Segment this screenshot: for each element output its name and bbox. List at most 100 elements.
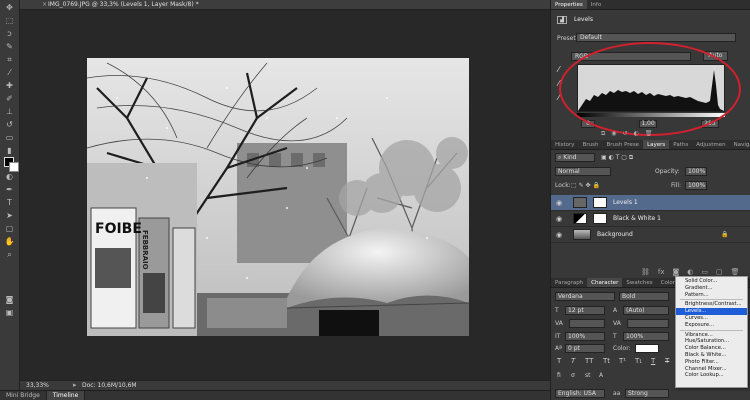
eyedropper-tool-icon[interactable]: ⁄ xyxy=(3,67,17,78)
layer-filter-kind[interactable]: ⌕ Kind xyxy=(555,153,595,162)
layer-row-levels-1[interactable]: ◉ Levels 1 xyxy=(551,195,750,211)
tab-paths[interactable]: Paths xyxy=(669,140,692,149)
oldstyle-icon[interactable]: ơ xyxy=(571,372,575,379)
dodge-tool-icon[interactable]: ◐ xyxy=(3,171,17,182)
quick-mask-icon[interactable]: ◙ xyxy=(3,294,17,305)
tab-brush[interactable]: Brush xyxy=(579,140,603,149)
swash-icon[interactable]: st xyxy=(585,372,590,379)
horizontal-scale-field[interactable]: 100% xyxy=(623,332,669,341)
blend-mode-select[interactable]: Normal xyxy=(555,167,611,176)
menu-item-levels[interactable]: Levels... xyxy=(676,308,747,315)
history-brush-tool-icon[interactable]: ↺ xyxy=(3,119,17,130)
layer-style-icon[interactable]: fx xyxy=(658,268,665,276)
filter-pixel-icon[interactable]: ▣ ◐ T ▢ ⧉ xyxy=(601,154,633,162)
superscript-icon[interactable]: T¹ xyxy=(619,357,626,365)
small-caps-icon[interactable]: Tt xyxy=(603,357,610,365)
menu-item-solid-color[interactable]: Solid Color... xyxy=(676,278,747,285)
hand-tool-icon[interactable]: ✋ xyxy=(3,236,17,247)
layer-row-background[interactable]: ◉ Background 🔒 xyxy=(551,227,750,243)
tab-brush-presets[interactable]: Brush Prese xyxy=(602,140,643,149)
tab-info[interactable]: Info xyxy=(587,0,605,9)
tab-character[interactable]: Character xyxy=(587,278,623,287)
healing-brush-tool-icon[interactable]: ✚ xyxy=(3,80,17,91)
kerning-field[interactable] xyxy=(569,319,605,328)
layer-row-black-white-1[interactable]: ◉ Black & White 1 xyxy=(551,211,750,227)
gradient-tool-icon[interactable]: ▮ xyxy=(3,145,17,156)
vertical-scale-field[interactable]: 100% xyxy=(565,332,605,341)
all-caps-icon[interactable]: TT xyxy=(585,357,593,365)
leading-field[interactable]: (Auto) xyxy=(623,306,669,315)
menu-item-color-balance[interactable]: Color Balance... xyxy=(676,345,747,352)
preset-select[interactable]: Default xyxy=(576,33,736,42)
language-select[interactable]: English: USA xyxy=(555,389,605,398)
clone-stamp-tool-icon[interactable]: ⊥ xyxy=(3,106,17,117)
fill-field[interactable]: 100% xyxy=(685,181,707,190)
clip-to-layer-icon[interactable]: ⧉ xyxy=(601,130,605,138)
type-tool-icon[interactable]: T xyxy=(3,197,17,208)
lasso-tool-icon[interactable]: ↄ xyxy=(3,28,17,39)
text-color-swatch[interactable] xyxy=(635,344,659,353)
view-previous-icon[interactable]: ◉ xyxy=(611,130,616,138)
zoom-tool-icon[interactable]: ⌕ xyxy=(3,249,17,260)
ligature-icon[interactable]: fi xyxy=(557,372,561,379)
alternates-icon[interactable]: A xyxy=(599,372,603,379)
quick-select-tool-icon[interactable]: ✎ xyxy=(3,41,17,52)
subscript-icon[interactable]: T₁ xyxy=(635,357,642,365)
underline-icon[interactable]: T xyxy=(651,357,655,365)
tab-navigator[interactable]: Navigator xyxy=(730,140,750,149)
menu-item-black-white[interactable]: Black & White... xyxy=(676,352,747,359)
tab-adjustments[interactable]: Adjustmen xyxy=(692,140,729,149)
tab-mini-bridge[interactable]: Mini Bridge xyxy=(0,391,47,400)
menu-item-photo-filter[interactable]: Photo Filter... xyxy=(676,359,747,366)
faux-bold-icon[interactable]: T xyxy=(557,357,561,365)
baseline-shift-field[interactable]: 0 pt xyxy=(565,344,605,353)
tab-timeline[interactable]: Timeline xyxy=(46,391,86,400)
new-adjustment-layer-icon[interactable]: ◐ xyxy=(687,268,693,276)
layer-mask-thumbnail[interactable] xyxy=(593,213,607,224)
menu-item-vibrance[interactable]: Vibrance... xyxy=(676,332,747,339)
opacity-field[interactable]: 100% xyxy=(685,167,707,176)
eye-icon[interactable]: ◉ xyxy=(556,231,562,239)
tab-swatches[interactable]: Swatches xyxy=(622,278,656,287)
faux-italic-icon[interactable]: T xyxy=(571,357,575,365)
marquee-tool-icon[interactable]: ⬚ xyxy=(3,15,17,26)
tab-layers[interactable]: Layers xyxy=(643,140,670,149)
close-tab-icon[interactable]: × xyxy=(42,1,47,8)
tab-paragraph[interactable]: Paragraph xyxy=(551,278,587,287)
zoom-level[interactable]: 33,33% xyxy=(26,382,49,389)
delete-layer-icon[interactable]: 🗑 xyxy=(731,268,740,276)
document-photo[interactable]: FOIBE FEBBRAIO xyxy=(87,58,469,336)
menu-item-hue-saturation[interactable]: Hue/Saturation... xyxy=(676,338,747,345)
menu-item-gradient[interactable]: Gradient... xyxy=(676,285,747,292)
menu-item-channel-mixer[interactable]: Channel Mixer... xyxy=(676,366,747,373)
font-family-select[interactable]: Verdana xyxy=(555,292,615,301)
status-menu-icon[interactable]: ▸ xyxy=(73,381,77,389)
menu-item-exposure[interactable]: Exposure... xyxy=(676,322,747,329)
document-tab[interactable]: × IMG_0769.JPG @ 33,3% (Levels 1, Layer … xyxy=(20,0,550,10)
move-tool-icon[interactable]: ✥ xyxy=(3,2,17,13)
background-color-swatch[interactable] xyxy=(9,162,19,172)
lock-icons[interactable]: ⬚ ✎ ✥ 🔒 xyxy=(571,182,600,189)
antialias-select[interactable]: Strong xyxy=(625,389,669,398)
crop-tool-icon[interactable]: ⌗ xyxy=(3,54,17,65)
pen-tool-icon[interactable]: ✒ xyxy=(3,184,17,195)
font-size-field[interactable]: 12 pt xyxy=(565,306,605,315)
brush-tool-icon[interactable]: ✐ xyxy=(3,93,17,104)
tab-history[interactable]: History xyxy=(551,140,579,149)
eye-icon[interactable]: ◉ xyxy=(556,215,562,223)
layer-mask-thumbnail[interactable] xyxy=(593,197,607,208)
screen-mode-icon[interactable]: ▣ xyxy=(3,307,17,318)
menu-item-pattern[interactable]: Pattern... xyxy=(676,292,747,299)
eraser-tool-icon[interactable]: ▭ xyxy=(3,132,17,143)
canvas-area[interactable]: FOIBE FEBBRAIO xyxy=(20,10,550,380)
tab-properties[interactable]: Properties xyxy=(551,0,587,9)
new-layer-icon[interactable]: ▢ xyxy=(716,268,723,276)
delete-adjustment-icon[interactable]: 🗑 xyxy=(645,130,653,138)
menu-item-curves[interactable]: Curves... xyxy=(676,315,747,322)
tracking-field[interactable] xyxy=(627,319,669,328)
new-group-icon[interactable]: ▭ xyxy=(701,268,708,276)
eye-icon[interactable]: ◉ xyxy=(556,199,562,207)
path-select-tool-icon[interactable]: ➤ xyxy=(3,210,17,221)
shape-tool-icon[interactable]: ▢ xyxy=(3,223,17,234)
menu-item-color-lookup[interactable]: Color Lookup... xyxy=(676,372,747,379)
